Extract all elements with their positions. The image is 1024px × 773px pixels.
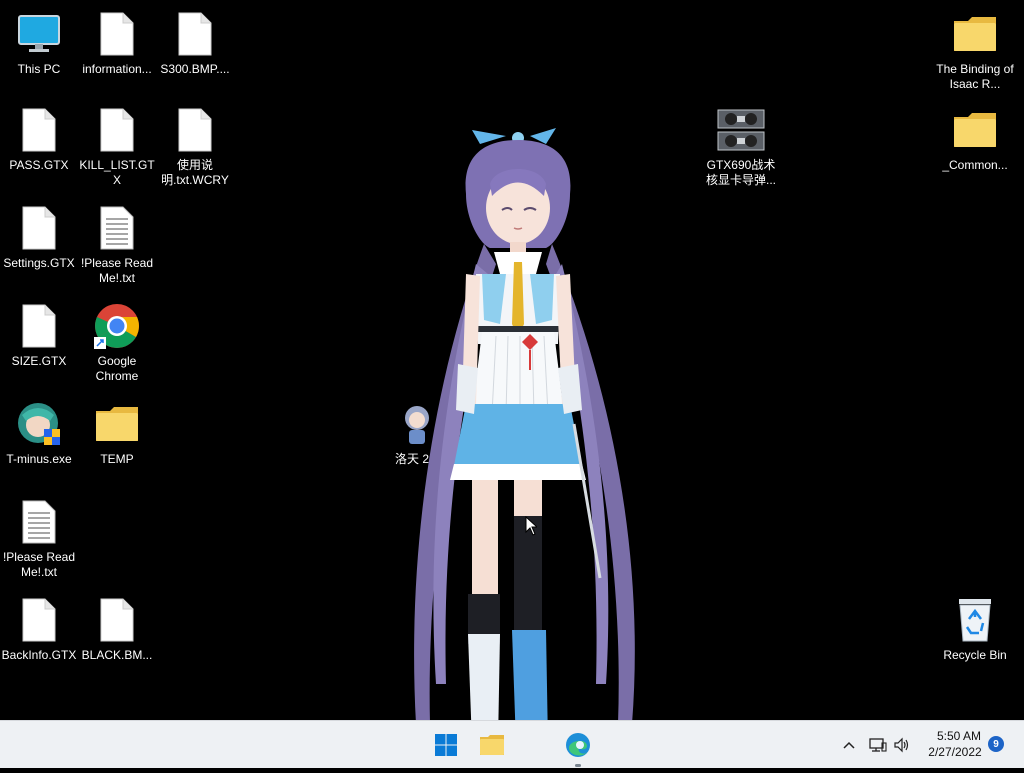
text-file-icon [93,204,141,252]
recycle-bin-icon [951,596,999,644]
folder-icon [93,400,141,448]
gpu-icon [717,106,765,154]
file-icon [93,10,141,58]
folder-icon [951,106,999,154]
anime-character-icon[interactable] [396,124,656,768]
desktop-icon-label: S300.BMP.... [160,62,230,76]
desktop-icon-label: _Common... [942,158,1008,172]
text-file-icon [15,498,63,546]
desktop-icon-label: T-minus.exe [6,452,72,466]
notification-badge[interactable]: 9 [988,736,1004,752]
file-icon [171,10,219,58]
desktop-icon-backinfo-gtx[interactable]: BackInfo.GTX [0,596,78,663]
folder-icon [951,10,999,58]
desktop-icon-label: BLACK.BM... [81,648,153,662]
desktop-icon-pass-gtx[interactable]: PASS.GTX [0,106,78,173]
file-icon [93,596,141,644]
windows-start-icon[interactable] [428,727,464,763]
file-icon [15,106,63,154]
desktop[interactable]: This PC PASS.GTX Settings.GTX SIZE.GTX T… [0,0,1024,764]
desktop-icon-label: KILL_LIST.GTX [79,158,155,187]
desktop-icon-information[interactable]: information... [78,10,156,77]
desktop-icon-label: Settings.GTX [3,256,75,270]
desktop-icon-label: Google Chrome [95,354,139,383]
desktop-icon-gtx690[interactable]: GTX690战术核显卡导弹... [702,106,780,188]
desktop-icon-label: BackInfo.GTX [1,648,77,662]
desktop-icon-label: !Please Read Me!.txt [80,256,154,285]
desktop-icon-label: The Binding of Isaac R... [936,62,1014,91]
desktop-icon-google-chrome[interactable]: Google Chrome [78,302,156,384]
desktop-icon-common[interactable]: _Common... [936,106,1014,173]
desktop-icon-binding-of-isaac[interactable]: The Binding of Isaac R... [936,10,1014,92]
desktop-icon-settings-gtx[interactable]: Settings.GTX [0,204,78,271]
desktop-icon-temp[interactable]: TEMP [78,400,156,467]
file-icon [15,596,63,644]
file-icon [15,204,63,252]
file-icon [15,302,63,350]
exe-icon [15,400,63,448]
desktop-icon-size-gtx[interactable]: SIZE.GTX [0,302,78,369]
file-explorer-icon[interactable] [474,727,510,763]
network-icon[interactable] [866,727,890,763]
taskbar: 5:50 AM 2/27/2022 [0,720,1024,768]
chrome-icon [93,302,141,350]
desktop-icon-label: information... [82,62,152,76]
desktop-icon-please-read-me-1[interactable]: !Please Read Me!.txt [78,204,156,286]
desktop-icon-label: This PC [17,62,61,76]
desktop-icon-label: PASS.GTX [9,158,69,172]
desktop-icon-label: TEMP [100,452,134,466]
desktop-icon-t-minus[interactable]: T-minus.exe [0,400,78,467]
desktop-icon-recycle-bin[interactable]: Recycle Bin [936,596,1014,663]
file-icon [171,106,219,154]
desktop-icon-kill-list-gtx[interactable]: KILL_LIST.GTX [78,106,156,188]
desktop-icon-label: 使用说明.txt.WCRY [161,158,229,187]
desktop-icon-label: !Please Read Me!.txt [2,550,76,579]
chevron-up-icon[interactable] [836,727,862,763]
desktop-icon-black-bm[interactable]: BLACK.BM... [78,596,156,663]
edge-icon[interactable] [560,727,596,767]
desktop-icon-label: GTX690战术核显卡导弹... [705,158,776,187]
clock-time[interactable]: 5:50 AM [926,729,992,743]
clock-date[interactable]: 2/27/2022 [918,745,992,759]
desktop-icon-please-read-me-2[interactable]: !Please Read Me!.txt [0,498,78,580]
desktop-icon-label: SIZE.GTX [11,354,67,368]
volume-icon[interactable] [890,727,914,763]
desktop-icon-this-pc[interactable]: This PC [0,10,78,77]
desktop-icon-s300-bmp[interactable]: S300.BMP.... [156,10,234,77]
mouse-cursor-icon [525,515,539,541]
monitor-icon [15,10,63,58]
desktop-icon-instructions-wcry[interactable]: 使用说明.txt.WCRY [156,106,234,188]
file-icon [93,106,141,154]
desktop-icon-label: Recycle Bin [943,648,1007,662]
